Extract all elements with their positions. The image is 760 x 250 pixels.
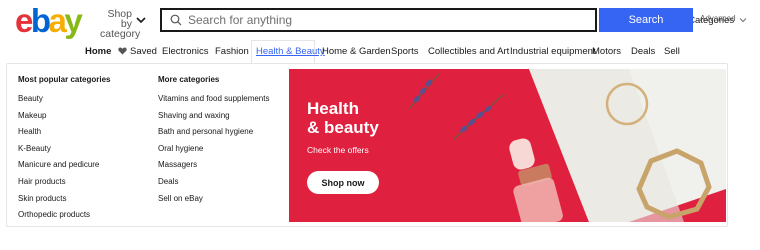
nav-item-saved[interactable]: Saved bbox=[118, 46, 157, 57]
menu-link[interactable]: Bath and personal hygiene bbox=[158, 127, 269, 144]
shop-now-button[interactable]: Shop now bbox=[307, 171, 379, 194]
nav-item-home-garden[interactable]: Home & Garden bbox=[322, 46, 391, 57]
banner-title-line2: & beauty bbox=[307, 118, 379, 137]
menu-link[interactable]: Shaving and waxing bbox=[158, 111, 269, 128]
menu-link[interactable]: Orthopedic products bbox=[18, 210, 110, 227]
menu-link[interactable]: Oral hygiene bbox=[158, 144, 269, 161]
category-nav: Home Saved Electronics Fashion Health & … bbox=[0, 40, 760, 63]
logo-letter-a: a bbox=[48, 2, 67, 39]
menu-link[interactable]: Deals bbox=[158, 177, 269, 194]
logo-letter-e: e bbox=[15, 2, 33, 39]
nav-item-industrial-equipment[interactable]: Industrial equipment bbox=[510, 46, 596, 57]
nav-item-health-beauty[interactable]: Health & Beauty bbox=[256, 46, 325, 57]
shop-by-category-label: Shop by category bbox=[100, 8, 141, 40]
menu-link[interactable]: Health bbox=[18, 127, 110, 144]
banner-subtitle: Check the offers bbox=[307, 145, 369, 155]
popular-categories-heading: Most popular categories bbox=[18, 75, 111, 84]
nav-item-saved-label: Saved bbox=[130, 46, 157, 57]
popular-categories-column: Most popular categories Beauty Makeup He… bbox=[18, 75, 110, 227]
banner-title-line1: Health bbox=[307, 99, 359, 118]
menu-link[interactable]: Beauty bbox=[18, 94, 110, 111]
menu-link[interactable]: Manicure and pedicure bbox=[18, 160, 110, 177]
logo-letter-b: b bbox=[30, 2, 51, 39]
menu-link[interactable]: Makeup bbox=[18, 111, 110, 128]
shop-by-category-button[interactable]: Shop by category bbox=[100, 9, 146, 39]
nav-item-collectibles-art[interactable]: Collectibles and Art bbox=[428, 46, 509, 57]
nav-item-home[interactable]: Home bbox=[85, 46, 111, 57]
search-button[interactable]: Search bbox=[599, 8, 693, 32]
chevron-down-icon bbox=[136, 17, 146, 24]
nav-item-fashion[interactable]: Fashion bbox=[215, 46, 249, 57]
logo-letter-y: y bbox=[64, 2, 82, 39]
search-input[interactable] bbox=[188, 11, 498, 29]
more-categories-column: More categories Vitamins and food supple… bbox=[158, 75, 269, 210]
menu-link[interactable]: Hair products bbox=[18, 177, 110, 194]
menu-link[interactable]: K-Beauty bbox=[18, 144, 110, 161]
category-dropdown-panel: Most popular categories Beauty Makeup He… bbox=[6, 63, 728, 227]
ebay-logo[interactable]: ebay bbox=[15, 2, 83, 39]
advanced-search-link[interactable]: Advanced bbox=[700, 14, 736, 23]
nav-item-motors[interactable]: Motors bbox=[592, 46, 621, 57]
nav-item-sell[interactable]: Sell bbox=[664, 46, 680, 57]
promo-banner[interactable]: Health & beauty Check the offers Shop now bbox=[289, 69, 726, 222]
menu-link[interactable]: Vitamins and food supplements bbox=[158, 94, 269, 111]
more-categories-heading: More categories bbox=[158, 75, 220, 84]
heart-icon bbox=[118, 47, 127, 55]
nav-item-deals[interactable]: Deals bbox=[631, 46, 655, 57]
menu-link[interactable]: Sell on eBay bbox=[158, 194, 269, 211]
search-box: All Categories bbox=[160, 8, 747, 32]
header: ebay Shop by category All Categories Sea… bbox=[0, 0, 760, 40]
nav-item-electronics[interactable]: Electronics bbox=[162, 46, 208, 57]
nav-item-sports[interactable]: Sports bbox=[391, 46, 418, 57]
banner-title: Health & beauty bbox=[307, 99, 379, 137]
menu-link[interactable]: Skin products bbox=[18, 194, 110, 211]
chevron-down-icon bbox=[739, 18, 747, 23]
search-icon bbox=[170, 14, 182, 26]
menu-link[interactable]: Massagers bbox=[158, 160, 269, 177]
